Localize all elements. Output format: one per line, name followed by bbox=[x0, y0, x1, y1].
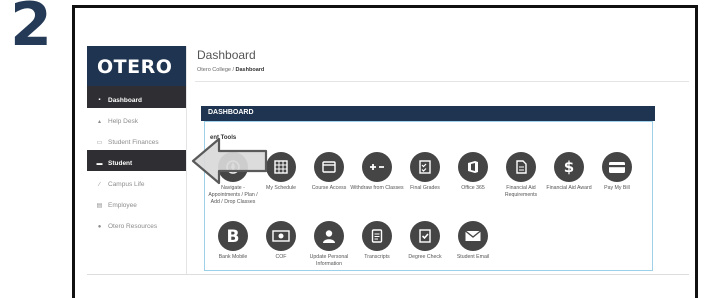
envelope-icon bbox=[458, 221, 488, 251]
breadcrumb-separator: / bbox=[232, 67, 234, 73]
student-tools-panel: ent Tools Navigate - Appointments / Plan… bbox=[204, 121, 653, 271]
office-icon bbox=[458, 152, 488, 182]
content-bottom-rule bbox=[87, 274, 689, 275]
page-header: Dashboard Otero College / Dashboard bbox=[195, 46, 689, 82]
pencil-icon: ∕ bbox=[98, 181, 100, 188]
breadcrumb-current: Dashboard bbox=[235, 67, 265, 73]
cash-icon bbox=[266, 221, 296, 251]
page-title: Dashboard bbox=[197, 48, 256, 62]
svg-text:$: $ bbox=[564, 158, 574, 176]
sidebar-item-label: Student bbox=[108, 160, 133, 167]
plus-minus-icon bbox=[362, 152, 392, 182]
sidebar-item-student-finances[interactable]: ▭ Student Finances bbox=[87, 129, 186, 150]
graduation-cap-icon: ▬ bbox=[96, 160, 103, 167]
dollar-icon: $ bbox=[554, 152, 584, 182]
grid-icon: ▪ bbox=[98, 97, 101, 103]
building-icon: ▤ bbox=[96, 203, 103, 209]
credit-card-icon bbox=[602, 152, 632, 182]
callout-arrow-icon bbox=[191, 137, 268, 185]
sidebar-item-campus-life[interactable]: ∕ Campus Life bbox=[87, 171, 186, 192]
sidebar-item-label: Help Desk bbox=[108, 118, 138, 125]
svg-text:B: B bbox=[227, 227, 240, 245]
transcript-icon bbox=[362, 221, 392, 251]
sidebar-item-label: Campus Life bbox=[108, 181, 145, 188]
calendar-grid-icon bbox=[266, 152, 296, 182]
sidebar: OTERO ▪ Dashboard ▴ Help Desk ▭ Student … bbox=[87, 46, 187, 274]
card-icon: ▭ bbox=[96, 140, 103, 146]
checklist-icon bbox=[410, 152, 440, 182]
breadcrumb: Otero College / Dashboard bbox=[197, 67, 264, 73]
sidebar-item-label: Dashboard bbox=[108, 96, 142, 104]
sidebar-item-label: Otero Resources bbox=[108, 223, 158, 230]
screenshot-frame: OTERO ▪ Dashboard ▴ Help Desk ▭ Student … bbox=[72, 5, 698, 298]
bankmobile-logo-icon: B bbox=[218, 221, 248, 251]
sidebar-item-student[interactable]: ▬ Student bbox=[87, 150, 186, 171]
info-icon: ● bbox=[97, 223, 102, 230]
sidebar-item-otero-resources[interactable]: ● Otero Resources bbox=[87, 213, 186, 234]
dashboard-section-bar: DASHBOARD bbox=[201, 106, 655, 121]
tool-label: Pay My Bill bbox=[604, 185, 630, 191]
sidebar-item-label: Student Finances bbox=[108, 139, 159, 146]
person-icon: ▴ bbox=[97, 119, 101, 125]
sidebar-item-help-desk[interactable]: ▴ Help Desk bbox=[87, 108, 186, 129]
sidebar-item-employee[interactable]: ▤ Employee bbox=[87, 192, 186, 213]
browser-window-icon bbox=[314, 152, 344, 182]
user-icon bbox=[314, 221, 344, 251]
breadcrumb-root-link[interactable]: Otero College bbox=[197, 67, 231, 73]
tool-student-email[interactable]: Student Email bbox=[445, 221, 501, 261]
step-number: 2 bbox=[10, 0, 52, 60]
degree-check-icon bbox=[410, 221, 440, 251]
sidebar-item-label: Employee bbox=[108, 202, 137, 209]
sidebar-item-dashboard[interactable]: ▪ Dashboard bbox=[87, 86, 186, 108]
document-icon bbox=[506, 152, 536, 182]
tool-pay-my-bill[interactable]: Pay My Bill bbox=[589, 152, 645, 192]
otero-logo[interactable]: OTERO bbox=[87, 46, 186, 86]
tool-label: Student Email bbox=[456, 254, 490, 260]
